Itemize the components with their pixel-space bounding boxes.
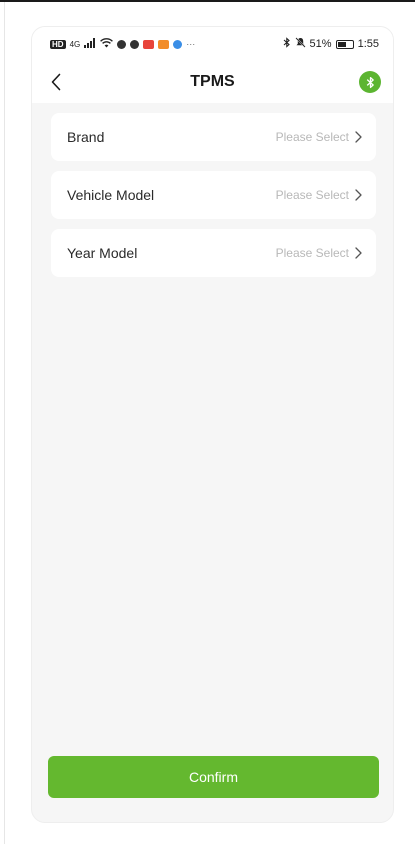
confirm-button[interactable]: Confirm: [48, 756, 379, 798]
row-label: Vehicle Model: [67, 187, 155, 203]
wifi-icon: [100, 37, 114, 51]
window-top-border: [0, 0, 415, 2]
brand-row[interactable]: Brand Please Select: [51, 113, 376, 161]
status-right: 51% 1:55: [283, 37, 379, 51]
row-value-group: Please Select: [276, 188, 362, 202]
phone-screen: HD 4G ··· 51% 1:55 TPMS Brand Please Sel…: [31, 26, 394, 823]
row-value: Please Select: [275, 188, 349, 202]
year-model-row[interactable]: Year Model Please Select: [51, 229, 376, 277]
bluetooth-status-icon: [283, 37, 291, 51]
row-label: Year Model: [67, 245, 138, 261]
battery-percent: 51%: [309, 38, 332, 50]
hd-label: HD: [50, 39, 66, 49]
back-button[interactable]: [44, 69, 68, 95]
row-value: Please Select: [275, 130, 349, 144]
row-label: Brand: [67, 129, 105, 145]
status-bar: HD 4G ··· 51% 1:55: [32, 27, 393, 61]
chevron-right-icon: [355, 131, 362, 143]
blue-app-icon: [173, 39, 183, 49]
row-value: Please Select: [275, 246, 349, 260]
chat-app-icon: [117, 39, 127, 49]
bluetooth-icon: [366, 76, 374, 88]
orange-app-icon: [158, 39, 170, 49]
battery-icon: [335, 39, 354, 49]
window-left-border: [4, 2, 5, 844]
chevron-right-icon: [355, 189, 362, 201]
chevron-right-icon: [355, 247, 362, 259]
back-icon: [51, 73, 61, 91]
vehicle-model-row[interactable]: Vehicle Model Please Select: [51, 171, 376, 219]
bluetooth-button[interactable]: [359, 71, 381, 93]
status-left: HD 4G ···: [50, 37, 196, 51]
signal-label: 4G: [69, 39, 81, 49]
signal-bars-icon: [84, 37, 96, 51]
message-app-icon: [130, 39, 140, 49]
mute-icon: [294, 37, 306, 51]
red-app-icon: [143, 39, 155, 49]
row-value-group: Please Select: [276, 130, 362, 144]
row-value-group: Please Select: [276, 246, 362, 260]
vehicle-selection-list: Brand Please Select Vehicle Model Please…: [51, 113, 376, 287]
navigation-bar: TPMS: [32, 61, 393, 103]
status-time: 1:55: [357, 38, 379, 50]
page-title: TPMS: [190, 73, 235, 90]
overflow-dots: ···: [186, 39, 196, 49]
